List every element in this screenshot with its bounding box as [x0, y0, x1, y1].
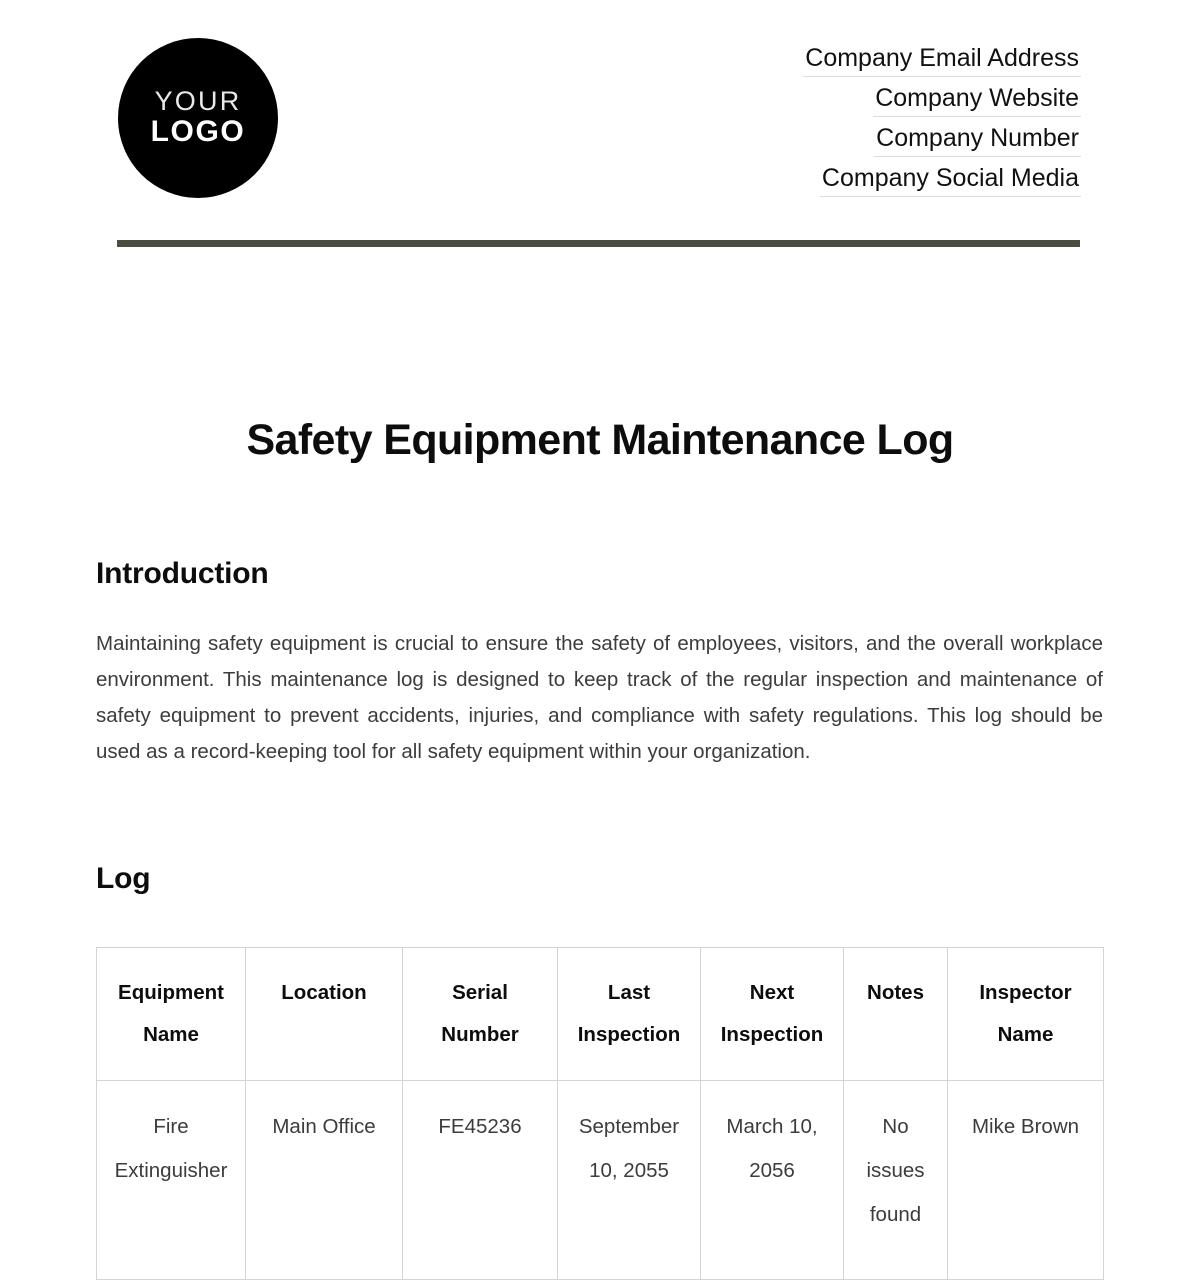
cell-location: Main Office: [245, 1080, 403, 1280]
document-header: YOUR LOGO Company Email Address Company …: [96, 38, 1081, 213]
company-number[interactable]: Company Number: [874, 126, 1081, 157]
cell-next-inspection: March 10, 2056: [700, 1080, 844, 1280]
header-divider-rule: [117, 240, 1080, 247]
column-header-next-inspection: Next Inspection: [700, 947, 844, 1081]
log-table: Equipment Name Location Serial Number La…: [96, 947, 1104, 1280]
company-contact-block: Company Email Address Company Website Co…: [803, 46, 1081, 206]
introduction-heading: Introduction: [96, 557, 269, 590]
cell-serial-number: FE45236: [402, 1080, 558, 1280]
table-header-row: Equipment Name Location Serial Number La…: [96, 947, 1104, 1081]
column-header-equipment-name: Equipment Name: [96, 947, 246, 1081]
company-email-address[interactable]: Company Email Address: [803, 46, 1081, 77]
table-row[interactable]: Fire Extinguisher Main Office FE45236 Se…: [96, 1080, 1104, 1280]
cell-last-inspection: September 10, 2055: [557, 1080, 701, 1280]
log-table-head: Equipment Name Location Serial Number La…: [96, 947, 1104, 1081]
log-heading: Log: [96, 862, 151, 895]
cell-notes: No issues found: [843, 1080, 948, 1280]
column-header-inspector-name: Inspector Name: [947, 947, 1104, 1081]
column-header-serial-number: Serial Number: [402, 947, 558, 1081]
column-header-notes: Notes: [843, 947, 948, 1081]
company-logo: YOUR LOGO: [118, 38, 278, 198]
page-title: Safety Equipment Maintenance Log: [246, 416, 954, 464]
document-page: YOUR LOGO Company Email Address Company …: [0, 0, 1200, 1280]
company-website[interactable]: Company Website: [873, 86, 1081, 117]
column-header-location: Location: [245, 947, 403, 1081]
logo-text-top: YOUR: [154, 85, 242, 116]
column-header-last-inspection: Last Inspection: [557, 947, 701, 1081]
cell-inspector-name: Mike Brown: [947, 1080, 1104, 1280]
introduction-paragraph: Maintaining safety equipment is crucial …: [96, 632, 1103, 763]
company-social-media[interactable]: Company Social Media: [819, 166, 1081, 197]
log-table-body: Fire Extinguisher Main Office FE45236 Se…: [96, 1080, 1104, 1280]
logo-text-bottom: LOGO: [150, 114, 246, 148]
log-table-container: Equipment Name Location Serial Number La…: [96, 947, 1104, 1280]
cell-equipment-name: Fire Extinguisher: [96, 1080, 246, 1280]
